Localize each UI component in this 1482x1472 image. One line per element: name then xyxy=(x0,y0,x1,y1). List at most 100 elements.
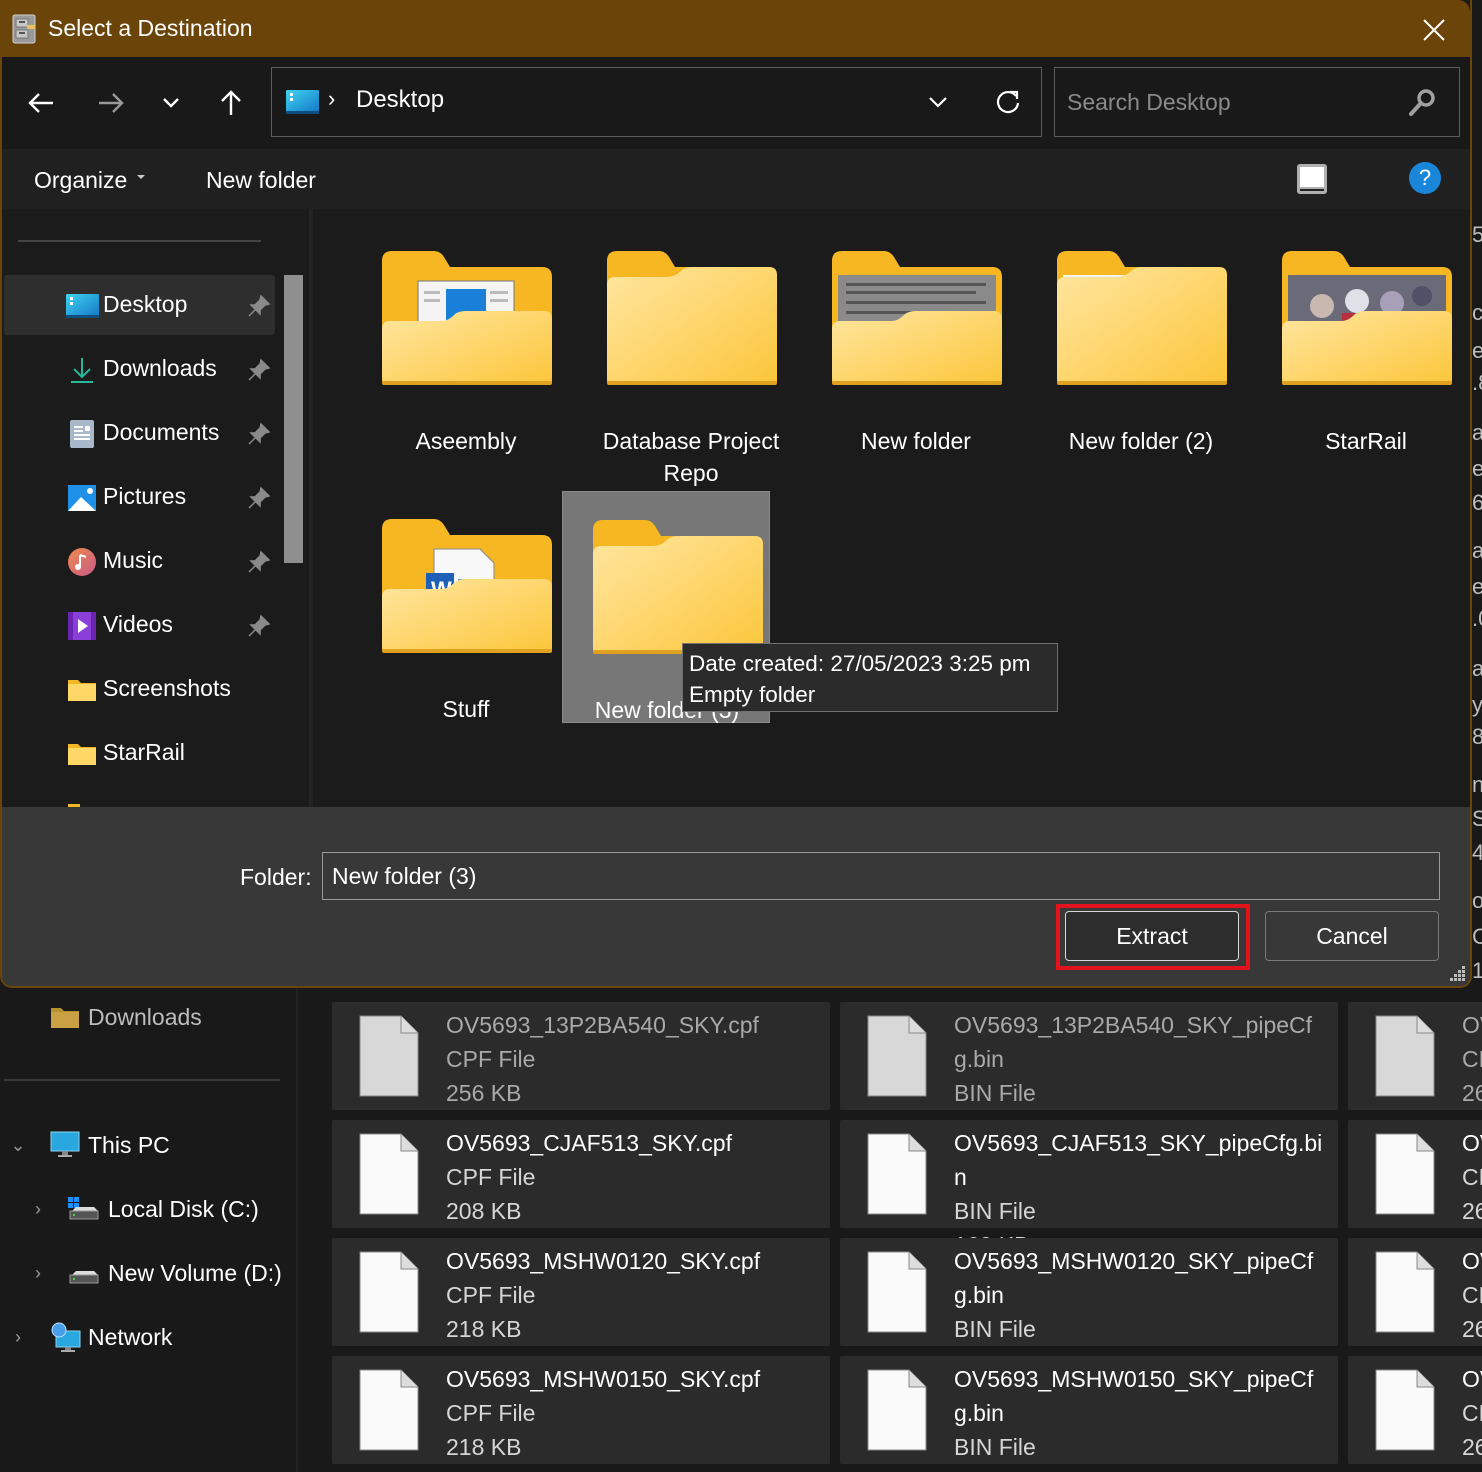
bg-nav-label: This PC xyxy=(88,1131,170,1158)
file-size: 26 xyxy=(1462,1198,1482,1224)
organize-button[interactable]: Organize xyxy=(34,163,146,197)
file-tile[interactable]: OV5693_MSHW0120_SKY.cpf CPF File 218 KB xyxy=(332,1238,830,1346)
breadcrumb-desktop[interactable]: Desktop xyxy=(356,86,444,114)
folder-label: Aseembly xyxy=(415,428,517,454)
file-tile[interactable]: OV5693_CJAF513_SKY.cpf CPF File 208 KB xyxy=(332,1120,830,1228)
folder-view: Aseembly Database Project Repo New folder N… xyxy=(317,209,1470,807)
resize-grip-icon[interactable] xyxy=(1450,966,1466,982)
file-type: BIN File xyxy=(954,1198,1036,1224)
folder-item[interactable]: Database Project Repo xyxy=(587,251,795,486)
address-bar[interactable]: › Desktop xyxy=(271,67,1042,137)
folder-name-input[interactable] xyxy=(322,852,1440,900)
file-details: OV CP 26 xyxy=(1462,1362,1482,1464)
close-button[interactable] xyxy=(1416,12,1452,48)
back-button[interactable] xyxy=(19,81,63,125)
tooltip-date-created: Date created: 27/05/2023 3:25 pm xyxy=(689,651,1031,676)
background-text-fragment: 5 xyxy=(1472,222,1482,247)
folder-item[interactable]: W Stuff xyxy=(362,519,570,751)
folder-item[interactable]: New folder (2) xyxy=(1037,251,1245,483)
search-icon[interactable] xyxy=(1407,88,1437,118)
file-tile-partial[interactable]: OV CP 26 xyxy=(1348,1120,1482,1228)
refresh-button[interactable] xyxy=(988,82,1028,122)
breadcrumb-separator[interactable]: › xyxy=(328,86,335,112)
extract-button[interactable]: Extract xyxy=(1065,911,1239,961)
file-type: CP xyxy=(1462,1164,1482,1190)
navigation-bar: › Desktop xyxy=(2,57,1470,149)
file-tile-partial[interactable]: OV CP 26 xyxy=(1348,1002,1482,1110)
file-type: CPF File xyxy=(446,1282,536,1308)
bg-nav-label: Downloads xyxy=(88,1003,202,1030)
pin-icon[interactable] xyxy=(247,358,271,382)
sidebar-item-starrail[interactable]: StarRail xyxy=(4,723,275,783)
file-details: OV5693_MSHW0120_SKY_pipeCfg.bin BIN File xyxy=(954,1244,1330,1346)
bg-nav-item-new-volume-d[interactable]: › New Volume (D:) xyxy=(28,1253,282,1293)
chevron-right-icon[interactable]: › xyxy=(8,1327,28,1347)
file-size: 26 xyxy=(1462,1316,1482,1342)
background-text-fragment: ow xyxy=(1472,888,1482,913)
folder-icon xyxy=(68,680,96,701)
sidebar-item-videos[interactable]: Videos xyxy=(4,595,275,655)
file-name: OV5693_13P2BA540_SKY_pipeCfg.bin xyxy=(954,1012,1313,1072)
chevron-right-icon[interactable]: › xyxy=(28,1199,48,1219)
help-button[interactable]: ? xyxy=(1409,162,1441,194)
change-view-button[interactable] xyxy=(1296,162,1360,196)
search-input[interactable] xyxy=(1067,80,1397,124)
folder-item[interactable]: New folder xyxy=(812,251,1020,483)
up-button[interactable] xyxy=(209,81,253,125)
pin-icon[interactable] xyxy=(247,550,271,574)
folder-item[interactable]: StarRail xyxy=(1262,251,1470,483)
bg-nav-label: Network xyxy=(88,1323,173,1350)
chevron-down-icon[interactable]: ⌄ xyxy=(8,1135,28,1155)
sidebar-item-music[interactable]: Music xyxy=(4,531,275,591)
file-tile[interactable]: OV5693_CJAF513_SKY_pipeCfg.binBIN File16… xyxy=(840,1120,1338,1258)
file-size: 26 xyxy=(1462,1080,1482,1106)
recent-locations-button[interactable] xyxy=(149,81,193,125)
pin-icon[interactable] xyxy=(247,486,271,510)
file-type: BIN File xyxy=(954,1316,1036,1342)
close-icon xyxy=(1423,19,1445,41)
background-text-fragment: cs xyxy=(1472,300,1482,325)
file-tile-partial[interactable]: OV CP 26 xyxy=(1348,1356,1482,1464)
drive-icon xyxy=(69,1271,99,1284)
computer-icon xyxy=(50,1131,80,1157)
address-history-dropdown[interactable] xyxy=(920,86,956,118)
organize-label: Organize xyxy=(34,166,128,193)
folder-icon xyxy=(1057,251,1227,385)
sidebar-item-screenshots[interactable]: Screenshots xyxy=(4,659,275,719)
nav-pane-scrollbar-thumb[interactable] xyxy=(284,275,303,563)
file-tile[interactable]: OV5693_13P2BA540_SKY_pipeCfg.bin BIN File xyxy=(840,1002,1338,1110)
forward-button[interactable] xyxy=(89,81,133,125)
bg-nav-item-downloads[interactable]: Downloads xyxy=(50,997,202,1037)
file-name: OV xyxy=(1462,1366,1482,1392)
pin-icon[interactable] xyxy=(247,294,271,318)
new-folder-button[interactable]: New folder xyxy=(206,163,316,197)
sidebar-item-documents[interactable]: Documents xyxy=(4,403,275,463)
background-text-fragment: n xyxy=(1472,772,1482,797)
file-tile-partial[interactable]: OV CP 26 xyxy=(1348,1238,1482,1346)
sidebar-item-downloads[interactable]: Downloads xyxy=(4,339,275,399)
file-icon xyxy=(359,1015,419,1097)
file-icon xyxy=(867,1251,927,1333)
pin-icon[interactable] xyxy=(247,614,271,638)
file-tile[interactable]: OV5693_MSHW0150_SKY.cpf CPF File 218 KB xyxy=(332,1356,830,1464)
file-tile[interactable]: OV5693_13P2BA540_SKY.cpf CPF File 256 KB xyxy=(332,1002,830,1110)
sidebar-item-desktop[interactable]: Desktop xyxy=(4,275,275,335)
sidebar-item-pictures[interactable]: Pictures xyxy=(4,467,275,527)
background-text-fragment: e xyxy=(1472,456,1482,481)
chevron-right-icon[interactable]: › xyxy=(28,1263,48,1283)
folder-icon xyxy=(1282,251,1452,385)
file-tile[interactable]: OV5693_MSHW0150_SKY_pipeCfg.bin BIN File xyxy=(840,1356,1338,1464)
file-name: OV5693_MSHW0150_SKY_pipeCfg.bin xyxy=(954,1366,1314,1426)
file-details: OV CP 26 xyxy=(1462,1126,1482,1228)
desktop-icon xyxy=(286,90,319,114)
pin-icon[interactable] xyxy=(247,422,271,446)
file-tile[interactable]: OV5693_MSHW0120_SKY_pipeCfg.bin BIN File xyxy=(840,1238,1338,1346)
folder-item[interactable]: Aseembly xyxy=(362,251,570,483)
cancel-button[interactable]: Cancel xyxy=(1265,911,1439,961)
title-bar[interactable]: Select a Destination xyxy=(2,0,1470,57)
bg-nav-item-network[interactable]: › Network xyxy=(8,1317,172,1357)
music-icon xyxy=(68,548,96,576)
bg-nav-item-this-pc[interactable]: ⌄ This PC xyxy=(8,1125,170,1165)
bg-nav-item-local-disk-c[interactable]: › Local Disk (C:) xyxy=(28,1189,259,1229)
folder-icon xyxy=(593,520,763,654)
